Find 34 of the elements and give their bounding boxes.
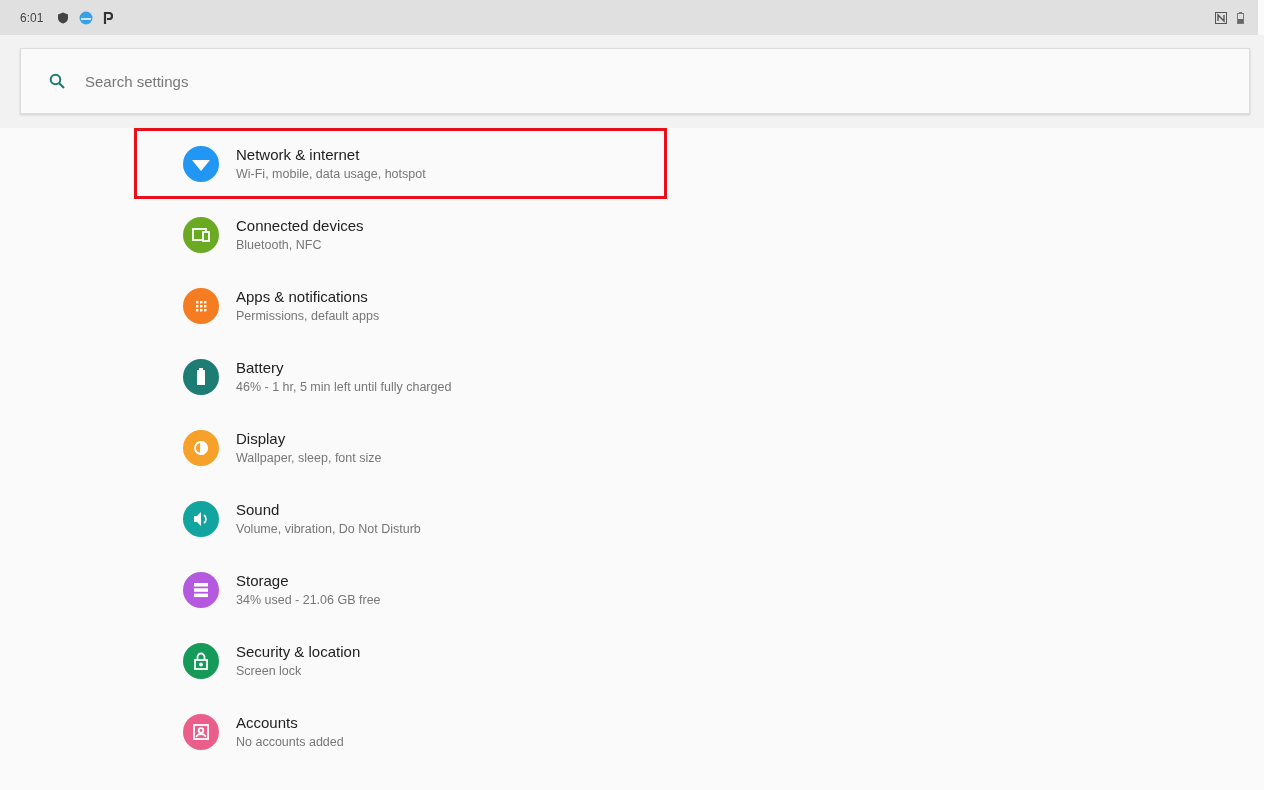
settings-item[interactable]: Storage 34% used - 21.06 GB free xyxy=(134,554,667,625)
parking-icon xyxy=(103,11,114,24)
settings-item[interactable]: Apps & notifications Permissions, default apps xyxy=(134,270,667,341)
settings-item[interactable]: Accounts No accounts added xyxy=(134,696,667,767)
item-summary: 34% used - 21.06 GB free xyxy=(236,593,381,607)
item-summary: No accounts added xyxy=(236,735,344,749)
settings-item[interactable]: Display Wallpaper, sleep, font size xyxy=(134,412,667,483)
item-summary: Screen lock xyxy=(236,664,303,678)
item-summary: Volume, vibration, Do Not Disturb xyxy=(236,522,421,536)
search-icon xyxy=(49,73,65,89)
clock: 6:01 xyxy=(20,10,44,25)
item-title: Network & internet xyxy=(236,146,361,163)
item-title: Display xyxy=(236,430,287,447)
search-input[interactable]: Search settings xyxy=(83,71,687,91)
nfc-icon xyxy=(1215,11,1227,24)
highlighted-settings-item[interactable]: Network & internet Wi-Fi, mobile, data usage, hotspot xyxy=(134,128,667,199)
settings-item[interactable]: Connected devices Bluetooth, NFC xyxy=(134,199,667,270)
settings-item[interactable]: Security & location Screen lock xyxy=(134,625,667,696)
item-title: Apps & notifications xyxy=(236,288,369,305)
item-title: Security & location xyxy=(236,643,361,660)
item-summary: Wi-Fi, mobile, data usage, hotspot xyxy=(236,167,426,181)
item-title: Storage xyxy=(236,572,290,589)
item-summary: Permissions, default apps xyxy=(236,309,380,323)
item-summary: 46% - 1 hr, 5 min left until fully charged xyxy=(236,380,452,394)
item-summary: Wallpaper, sleep, font size xyxy=(236,451,382,465)
battery-icon xyxy=(1237,11,1244,24)
item-title: Connected devices xyxy=(236,217,364,234)
item-summary: Bluetooth, NFC xyxy=(236,238,323,252)
item-title: Accounts xyxy=(236,714,299,731)
item-title: Sound xyxy=(236,501,281,518)
item-title: Battery xyxy=(236,359,285,376)
shield-icon xyxy=(57,11,70,24)
settings-item[interactable]: Battery 46% - 1 hr, 5 min left until fully charged xyxy=(134,341,667,412)
settings-item[interactable]: Sound Volume, vibration, Do Not Disturb xyxy=(134,483,667,554)
